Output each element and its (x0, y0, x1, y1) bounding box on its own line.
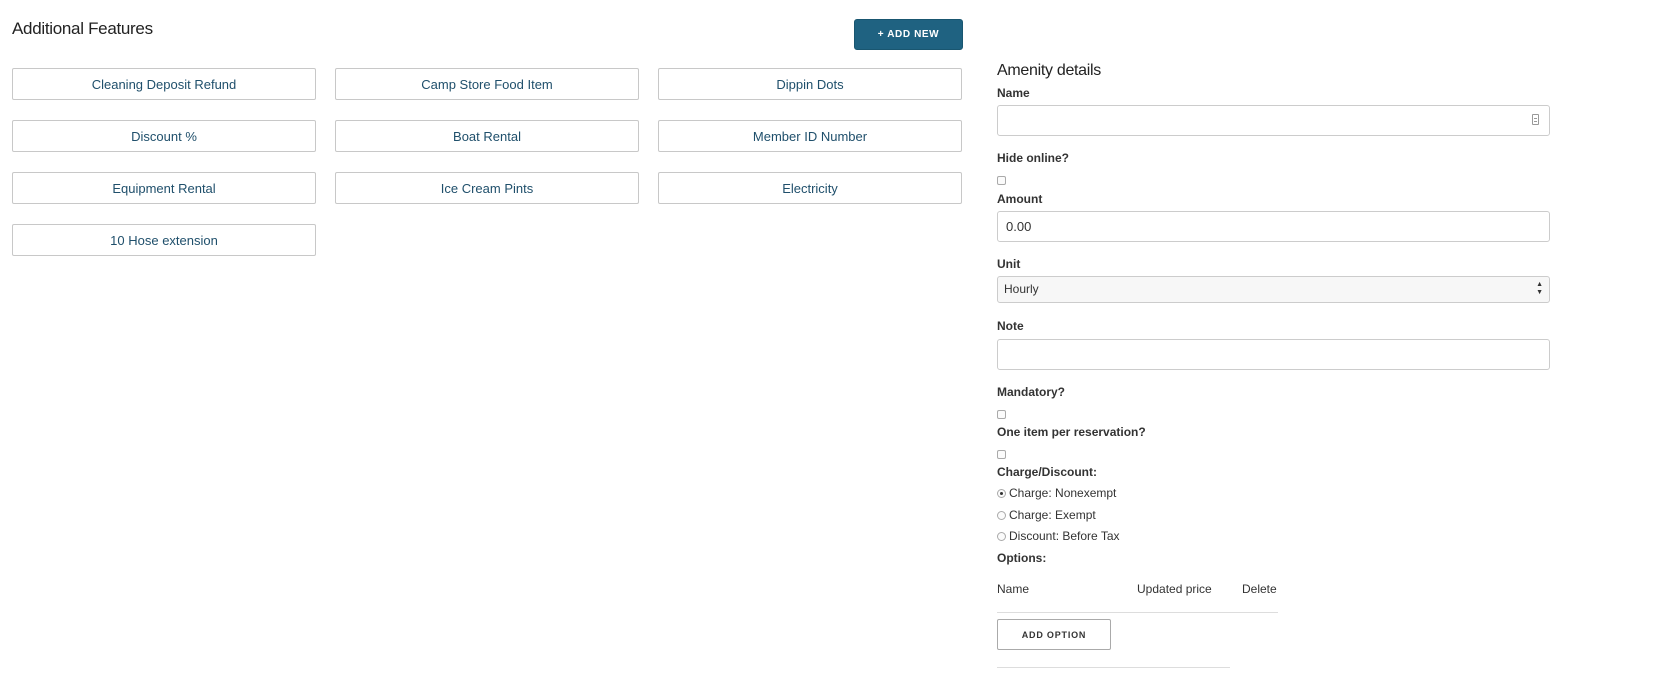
divider (997, 667, 1230, 668)
mandatory-label: Mandatory? (997, 385, 1066, 399)
radio-label: Charge: Exempt (1009, 508, 1096, 522)
charge-discount-label: Charge/Discount: (997, 465, 1098, 479)
one-item-label: One item per reservation? (997, 425, 1146, 439)
details-title: Amenity details (997, 62, 1101, 79)
radio-charge-exempt[interactable]: Charge: Exempt (997, 507, 1096, 523)
radio-button[interactable] (997, 488, 1006, 498)
feature-button[interactable]: Discount % (12, 120, 316, 152)
options-label: Options: (997, 551, 1047, 565)
radio-discount-before-tax[interactable]: Discount: Before Tax (997, 528, 1120, 544)
unit-select[interactable]: Hourly ▲ ▼ (997, 276, 1550, 303)
radio-charge-nonexempt[interactable]: Charge: Nonexempt (997, 485, 1116, 501)
autofill-icon[interactable] (1532, 114, 1539, 125)
radio-label: Discount: Before Tax (1009, 529, 1120, 543)
name-field-wrapper (997, 105, 1550, 136)
name-input[interactable] (997, 105, 1550, 136)
unit-select-value: Hourly (1004, 282, 1039, 296)
feature-button[interactable]: Dippin Dots (658, 68, 962, 100)
radio-button[interactable] (997, 531, 1006, 541)
feature-button[interactable]: Ice Cream Pints (335, 172, 639, 204)
options-column-delete: Delete (1242, 582, 1277, 596)
feature-button[interactable]: Member ID Number (658, 120, 962, 152)
amenity-details-panel: Amenity details Name Hide online? Amount… (997, 62, 1557, 668)
hide-online-checkbox[interactable] (997, 176, 1006, 185)
add-option-button[interactable]: ADD OPTION (997, 619, 1111, 650)
feature-button[interactable]: 10 Hose extension (12, 224, 316, 256)
features-grid: Cleaning Deposit Refund Camp Store Food … (12, 68, 962, 256)
select-arrows-icon: ▲ ▼ (1536, 281, 1543, 296)
feature-button[interactable]: Boat Rental (335, 120, 639, 152)
radio-button[interactable] (997, 510, 1006, 520)
note-input[interactable] (997, 339, 1550, 370)
options-table-header: Name Updated price Delete (997, 582, 1278, 613)
feature-button[interactable]: Electricity (658, 172, 962, 204)
name-label: Name (997, 86, 1030, 100)
page-title: Additional Features (12, 19, 153, 38)
amount-input[interactable] (997, 211, 1550, 242)
radio-label: Charge: Nonexempt (1009, 486, 1117, 500)
feature-button[interactable]: Cleaning Deposit Refund (12, 68, 316, 100)
one-item-checkbox[interactable] (997, 450, 1006, 459)
mandatory-checkbox[interactable] (997, 410, 1006, 419)
add-new-button[interactable]: + ADD NEW (854, 19, 963, 50)
options-column-updated-price: Updated price (1137, 582, 1212, 596)
feature-button[interactable]: Camp Store Food Item (335, 68, 639, 100)
amount-label: Amount (997, 192, 1043, 206)
hide-online-label: Hide online? (997, 151, 1069, 165)
note-label: Note (997, 319, 1024, 333)
feature-button[interactable]: Equipment Rental (12, 172, 316, 204)
unit-label: Unit (997, 257, 1021, 271)
options-column-name: Name (997, 582, 1030, 596)
